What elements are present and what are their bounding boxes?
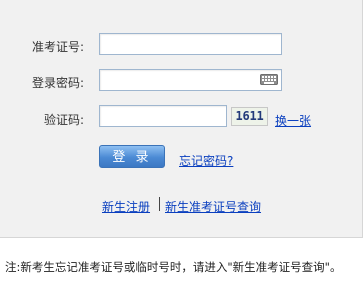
keyboard-icon[interactable]: [260, 74, 278, 85]
captcha-label: 验证码:: [43, 113, 84, 127]
captcha-image[interactable]: 1611: [231, 107, 268, 126]
exam-id-input[interactable]: [99, 33, 282, 55]
forgot-password-link[interactable]: 忘记密码?: [179, 152, 233, 169]
divider: [159, 197, 160, 211]
query-exam-id-link[interactable]: 新生准考证号查询: [165, 198, 261, 215]
password-label: 登录密码:: [31, 76, 84, 90]
footnote: 注:新考生忘记准考证号或临时号时，请进入"新生准考证号查询"。: [5, 260, 342, 274]
refresh-captcha-link[interactable]: 换一张: [275, 112, 311, 129]
register-link[interactable]: 新生注册: [102, 198, 150, 215]
exam-id-label: 准考证号:: [31, 40, 84, 54]
login-button[interactable]: 登 录: [99, 145, 165, 168]
password-input[interactable]: [99, 69, 282, 91]
login-panel: 准考证号: 登录密码: 验证码: 1611 换一张 登 录 忘记密码? 新生注册…: [0, 0, 363, 238]
captcha-input[interactable]: [99, 105, 227, 127]
